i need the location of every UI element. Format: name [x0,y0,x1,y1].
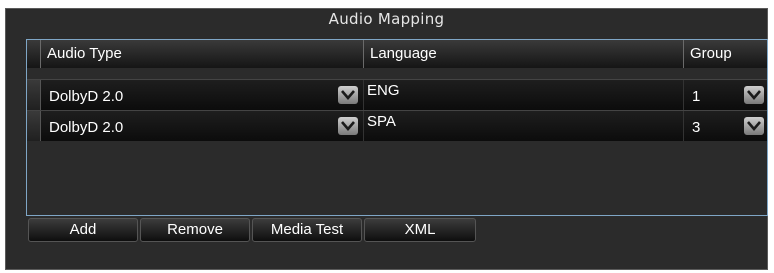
group-cell[interactable]: 3 [684,111,767,141]
row-selector-header [27,40,41,68]
remove-button[interactable]: Remove [140,218,250,242]
audio-mapping-panel: Audio Mapping Audio Type Language Group … [5,8,768,270]
audio-type-cell[interactable]: DolbyD 2.0 [41,80,364,110]
chevron-down-icon[interactable] [744,86,764,104]
row-selector[interactable] [27,111,41,141]
media-test-button[interactable]: Media Test [252,218,362,242]
xml-button[interactable]: XML [364,218,476,242]
table-header: Audio Type Language Group [27,40,767,68]
column-header-language[interactable]: Language [364,40,684,68]
audio-type-value: DolbyD 2.0 [49,88,124,105]
language-cell[interactable]: ENG [364,80,684,110]
language-value: ENG [367,82,400,99]
language-value: SPA [367,113,396,130]
audio-mapping-table: Audio Type Language Group DolbyD 2.0 ENG… [26,39,768,216]
group-value: 1 [692,88,701,105]
group-value: 3 [692,119,701,136]
add-button[interactable]: Add [28,218,138,242]
table-row[interactable]: DolbyD 2.0 ENG 1 [27,79,767,110]
language-cell[interactable]: SPA [364,111,684,141]
chevron-down-icon[interactable] [338,86,358,104]
chevron-down-icon[interactable] [338,117,358,135]
group-cell[interactable]: 1 [684,80,767,110]
column-header-audio-type[interactable]: Audio Type [41,40,364,68]
audio-type-value: DolbyD 2.0 [49,119,124,136]
audio-type-cell[interactable]: DolbyD 2.0 [41,111,364,141]
table-row[interactable]: DolbyD 2.0 SPA 3 [27,110,767,141]
row-selector[interactable] [27,80,41,110]
chevron-down-icon[interactable] [744,117,764,135]
column-header-group[interactable]: Group [684,40,767,68]
panel-title: Audio Mapping [328,10,445,28]
